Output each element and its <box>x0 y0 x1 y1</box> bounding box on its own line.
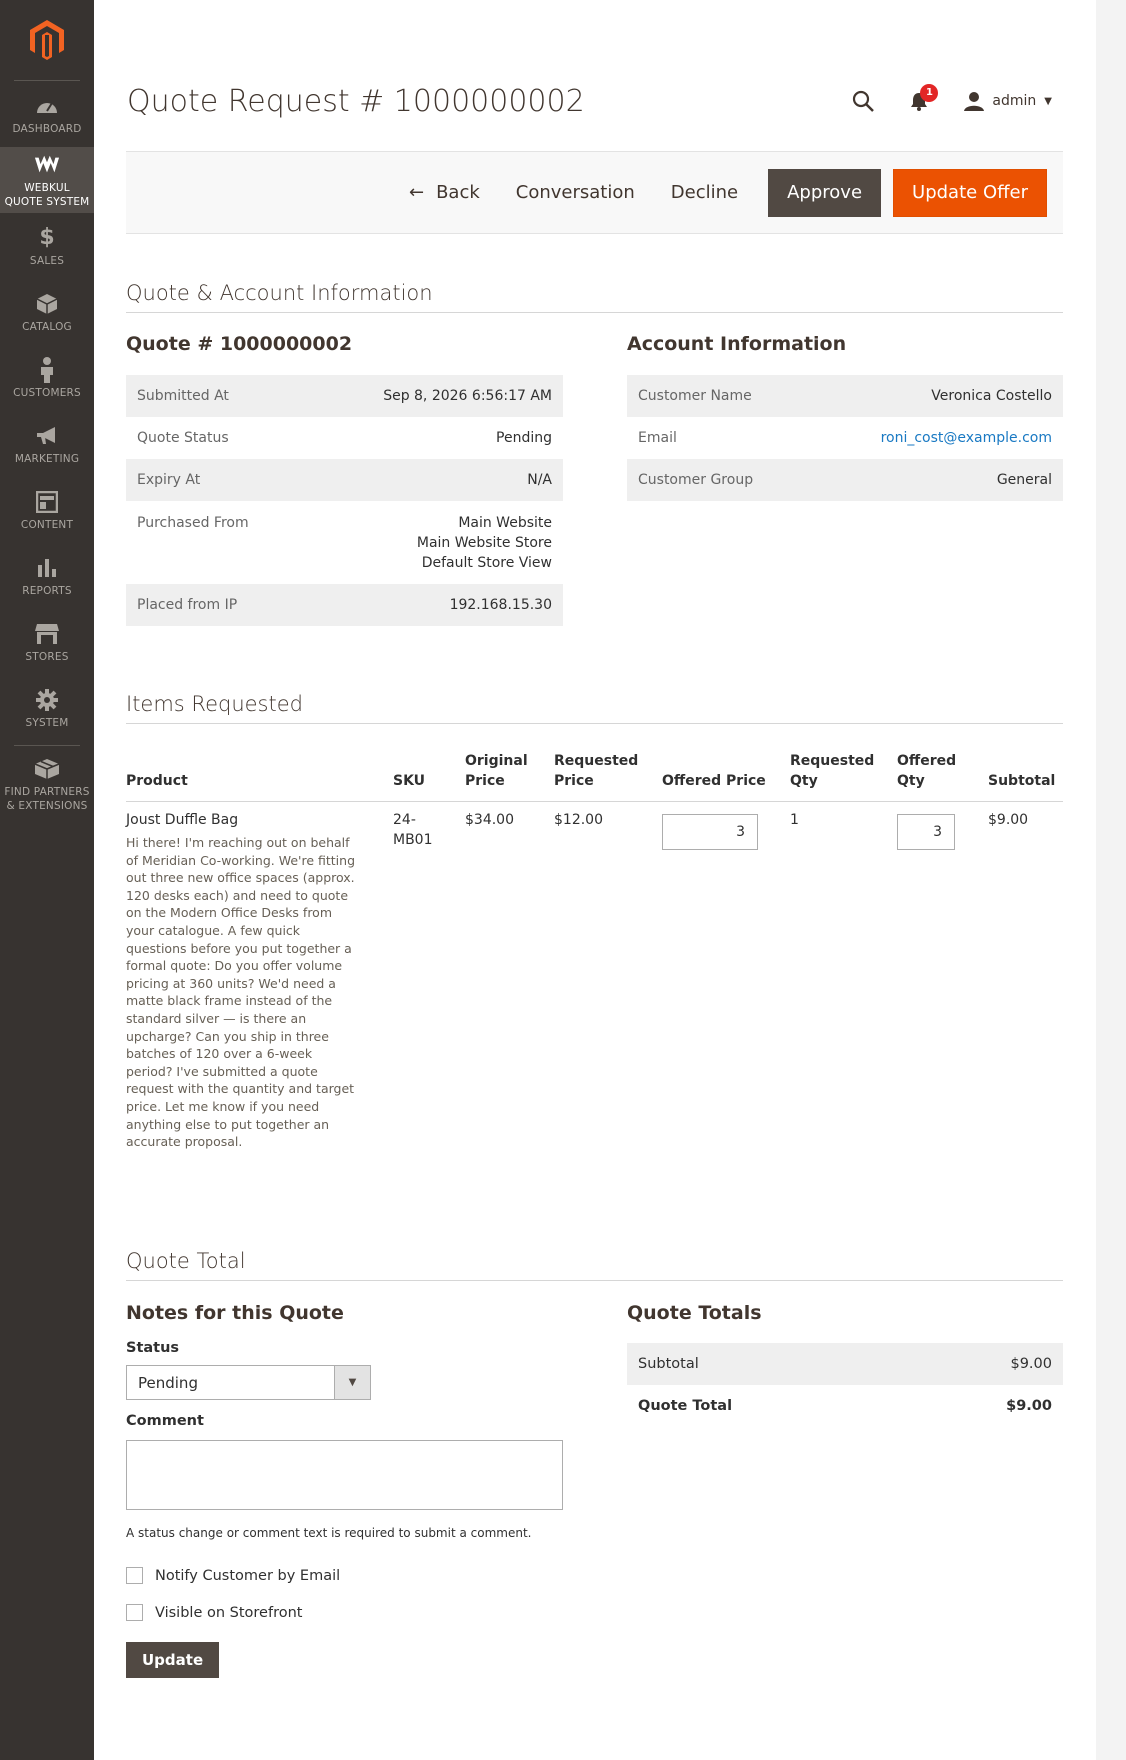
chevron-down-icon: ▼ <box>1044 95 1052 107</box>
dashboard-icon <box>34 93 60 119</box>
notes-title: Notes for this Quote <box>126 1302 344 1324</box>
status-label: Status <box>126 1340 180 1356</box>
magento-logo-icon <box>30 20 64 60</box>
gear-icon <box>34 687 60 713</box>
back-button[interactable]: ← Back <box>391 169 498 217</box>
col-subtotal: Subtotal <box>988 773 1056 789</box>
quote-status-row: Quote Status Pending <box>137 430 552 446</box>
sku-cell: 24- MB01 <box>393 812 433 848</box>
placed-from-ip-row: Placed from IP 192.168.15.30 <box>126 584 563 626</box>
user-icon <box>964 91 985 111</box>
col-requested-qty: Requested Qty <box>790 753 875 789</box>
dollar-icon: $ <box>39 225 55 250</box>
webkul-icon <box>34 152 60 178</box>
totals-grand-row: Quote Total $9.00 <box>638 1398 1052 1414</box>
page-title: Quote Request # 1000000002 <box>127 84 585 119</box>
customer-name-row: Customer Name Veronica Costello <box>627 375 1063 417</box>
conversation-button[interactable]: Conversation <box>498 169 653 217</box>
section-title-quote-account: Quote & Account Information <box>126 281 433 305</box>
table-row: Joust Duffle Bag Hi there! I'm reaching … <box>126 802 1063 1149</box>
nav-sales[interactable]: $ SALES <box>0 213 94 279</box>
visible-storefront-checkbox-row[interactable]: Visible on Storefront <box>126 1604 302 1621</box>
offered-qty-input[interactable]: 3 <box>897 814 955 850</box>
visible-storefront-checkbox[interactable] <box>126 1604 143 1621</box>
update-comment-button[interactable]: Update <box>126 1642 220 1678</box>
boxes-icon <box>34 756 60 782</box>
notification-count-badge: 1 <box>920 84 939 102</box>
chevron-down-icon: ▼ <box>334 1366 370 1399</box>
col-sku: SKU <box>393 773 426 789</box>
col-requested-price: Requested Price <box>554 753 639 789</box>
nav-marketing[interactable]: MARKETING <box>0 411 94 477</box>
items-table-header: Product SKU Original Price Requested Pri… <box>126 748 1063 802</box>
megaphone-icon <box>34 423 60 449</box>
status-select[interactable]: Pending ▼ <box>126 1365 371 1400</box>
items-table: Product SKU Original Price Requested Pri… <box>126 748 1063 1149</box>
decline-button[interactable]: Decline <box>653 169 756 217</box>
comment-help-text: A status change or comment text is requi… <box>126 1526 532 1540</box>
user-account-menu[interactable]: admin ▼ <box>964 91 1052 111</box>
col-product: Product <box>126 773 188 789</box>
col-offered-price: Offered Price <box>662 773 766 789</box>
arrow-left-icon: ← <box>408 182 425 203</box>
product-name: Joust Duffle Bag <box>126 812 239 828</box>
offered-price-input[interactable]: 3 <box>662 814 758 850</box>
col-original-price: Original Price <box>465 753 528 789</box>
nav-dashboard[interactable]: DASHBOARD <box>0 81 94 147</box>
magento-logo[interactable] <box>0 0 94 80</box>
original-price-cell: $34.00 <box>465 812 514 828</box>
notifications-bell-icon[interactable]: 1 <box>904 84 939 116</box>
notify-customer-checkbox-row[interactable]: Notify Customer by Email <box>126 1567 340 1584</box>
person-icon <box>34 356 60 383</box>
admin-sidebar: DASHBOARD WEBKUL QUOTE SYSTEM $ SALES CA… <box>0 0 94 1760</box>
search-icon[interactable] <box>848 86 878 116</box>
layout-icon <box>34 489 60 515</box>
main-content: Quote Request # 1000000002 1 admin ▼ ← B… <box>94 0 1096 1760</box>
account-info-table: Customer Name Veronica Costello Email ro… <box>627 375 1063 501</box>
storefront-icon <box>34 621 60 647</box>
user-name: admin <box>992 93 1037 109</box>
nav-reports[interactable]: REPORTS <box>0 543 94 609</box>
approve-button[interactable]: Approve <box>768 168 882 217</box>
section-title-items-requested: Items Requested <box>126 692 303 716</box>
account-information-title: Account Information <box>627 333 847 355</box>
cube-icon <box>34 291 60 317</box>
quote-totals-title: Quote Totals <box>627 1302 762 1324</box>
nav-find-partners[interactable]: FIND PARTNERS & EXTENSIONS <box>0 746 94 822</box>
requested-qty-cell: 1 <box>790 812 799 828</box>
update-offer-button[interactable]: Update Offer <box>893 168 1047 217</box>
product-cell: Joust Duffle Bag Hi there! I'm reaching … <box>126 810 366 1151</box>
comment-textarea[interactable] <box>126 1440 563 1510</box>
quote-info-table: Submitted At Sep 8, 2026 6:56:17 AM Quot… <box>126 375 563 626</box>
quote-number-title: Quote # 1000000002 <box>126 333 353 355</box>
product-customer-note: Hi there! I'm reaching out on behalf of … <box>126 835 356 1150</box>
notify-customer-checkbox[interactable] <box>126 1567 143 1584</box>
purchased-from-row: Purchased From Main Website Main Website… <box>137 515 552 571</box>
comment-label: Comment <box>126 1413 204 1429</box>
totals-subtotal-row: Subtotal $9.00 <box>627 1343 1063 1385</box>
nav-webkul-quote-system[interactable]: WEBKUL QUOTE SYSTEM <box>0 147 94 213</box>
bar-chart-icon <box>34 555 60 581</box>
header-actions: 1 admin ▼ <box>822 84 1052 116</box>
email-row: Email roni_cost@example.com <box>638 430 1052 446</box>
customer-group-row: Customer Group General <box>627 459 1063 501</box>
quote-totals-table: Subtotal $9.00 Quote Total $9.00 <box>627 1343 1063 1427</box>
nav-stores[interactable]: STORES <box>0 609 94 675</box>
nav-system[interactable]: SYSTEM <box>0 675 94 741</box>
subtotal-cell: $9.00 <box>988 812 1029 828</box>
page-actions-bar: ← Back Conversation Decline Approve Upda… <box>126 151 1063 234</box>
submitted-at-row: Submitted At Sep 8, 2026 6:56:17 AM <box>126 375 563 417</box>
nav-customers[interactable]: CUSTOMERS <box>0 345 94 411</box>
nav-content[interactable]: CONTENT <box>0 477 94 543</box>
customer-email-link[interactable]: roni_cost@example.com <box>881 430 1052 446</box>
section-title-quote-total: Quote Total <box>126 1249 246 1273</box>
col-offered-qty: Offered Qty <box>897 753 957 789</box>
requested-price-cell: $12.00 <box>554 812 603 828</box>
expiry-at-row: Expiry At N/A <box>126 459 563 501</box>
nav-catalog[interactable]: CATALOG <box>0 279 94 345</box>
page-right-gutter <box>1096 0 1126 1760</box>
